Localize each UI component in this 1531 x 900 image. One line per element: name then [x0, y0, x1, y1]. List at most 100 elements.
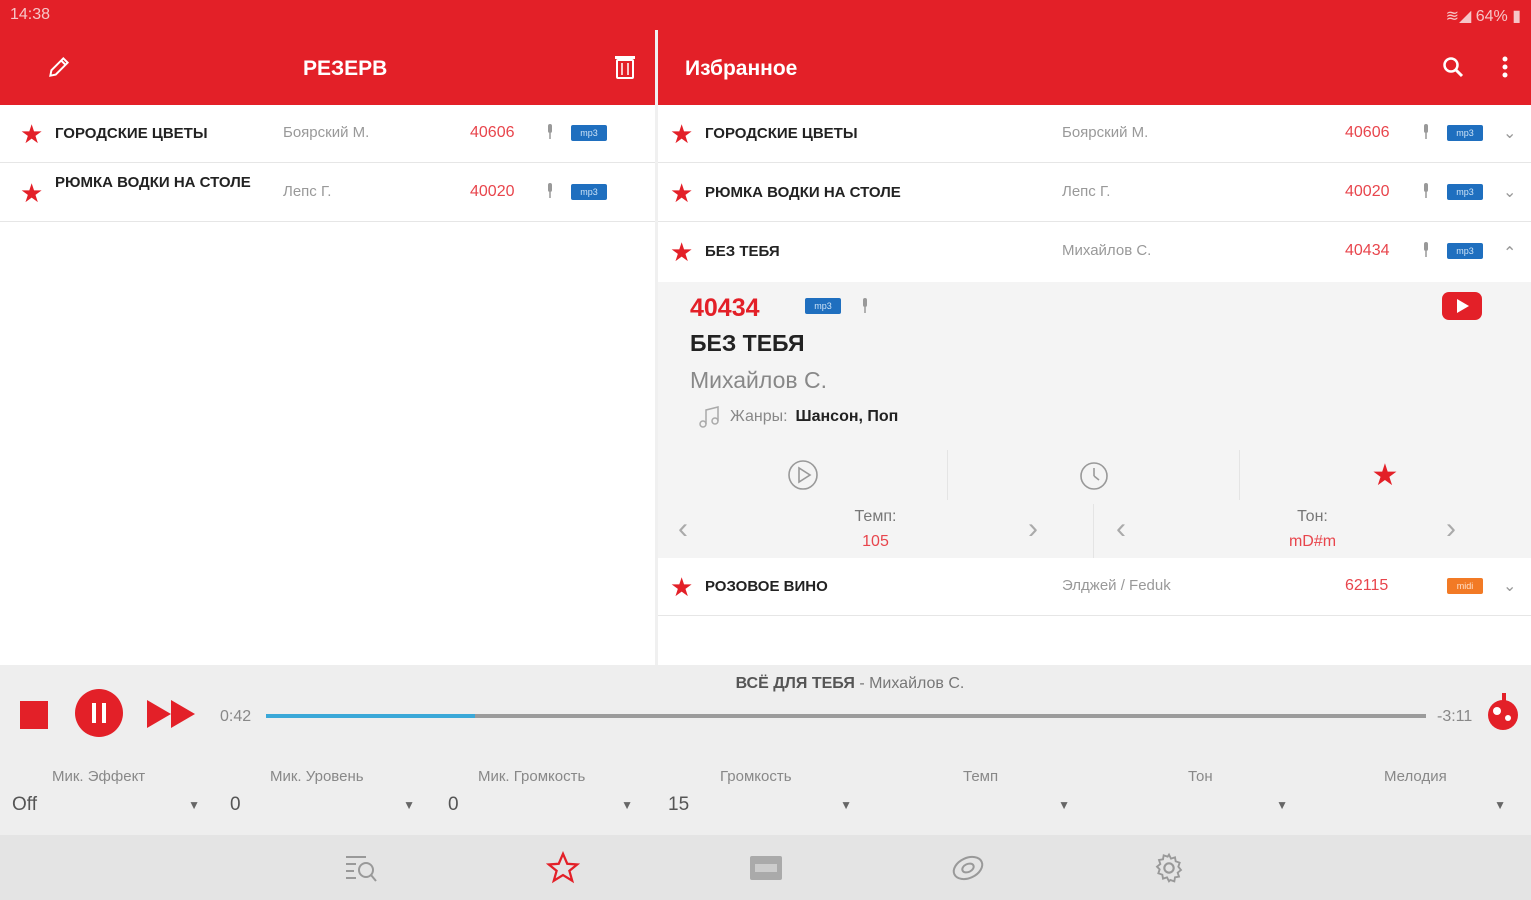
music-note-icon	[699, 406, 719, 428]
mixer-value: 0	[230, 794, 241, 815]
nav-favorites[interactable]	[545, 850, 581, 886]
nav-discs[interactable]	[950, 850, 986, 886]
song-code: 62115	[1345, 577, 1389, 594]
mixer-label: Мик. Эффект	[52, 768, 146, 785]
next-button[interactable]	[147, 700, 195, 733]
chevron-down-icon[interactable]: ⌄	[1503, 182, 1516, 202]
star-icon[interactable]: ★	[670, 121, 693, 147]
song-code: 40020	[1345, 183, 1390, 200]
midi-icon	[750, 856, 782, 880]
mixer-melody[interactable]: Мелодия ▼	[1322, 768, 1522, 828]
mixer-label: Громкость	[720, 768, 792, 785]
song-artist: Лепс Г.	[283, 183, 332, 200]
nav-search-list[interactable]	[343, 850, 379, 886]
key-value: mD#m	[1288, 533, 1337, 550]
list-item[interactable]: ★ РОЗОВОЕ ВИНО Элджей / Feduk 62115 midi…	[658, 558, 1531, 616]
chevron-down-icon[interactable]: ⌄	[1503, 123, 1516, 143]
search-icon[interactable]	[1438, 52, 1468, 82]
favorite-button[interactable]: ★	[1240, 450, 1530, 500]
song-title: БЕЗ ТЕБЯ	[705, 243, 780, 260]
list-item[interactable]: ★ РЮМКА ВОДКИ НА СТОЛЕ Лепс Г. 40020 mp3	[0, 164, 655, 222]
stop-button[interactable]	[20, 701, 48, 734]
song-code: 40434	[1345, 242, 1390, 259]
timer-icon	[1079, 462, 1108, 490]
trash-icon[interactable]	[610, 52, 640, 82]
dropdown-arrow-icon: ▼	[1276, 798, 1288, 812]
song-title: ГОРОДСКИЕ ЦВЕТЫ	[55, 125, 208, 142]
youtube-icon[interactable]	[1442, 292, 1482, 320]
play-button[interactable]	[658, 450, 948, 500]
list-item[interactable]: ★ ГОРОДСКИЕ ЦВЕТЫ Боярский М. 40606 mp3	[0, 105, 655, 163]
gear-icon	[1155, 852, 1183, 883]
artwork-icon[interactable]	[1482, 691, 1524, 738]
song-detail-panel: 40434 mp3 БЕЗ ТЕБЯ Михайлов С. Жанры: Ша…	[658, 282, 1531, 558]
genres-label: Жанры:	[730, 408, 788, 425]
now-playing: ВСЁ ДЛЯ ТЕБЯ - Михайлов С.	[735, 675, 965, 692]
star-icon[interactable]: ★	[670, 239, 693, 265]
play-circle-icon	[787, 460, 818, 490]
detail-title: БЕЗ ТЕБЯ	[690, 330, 805, 356]
mixer-label: Мелодия	[1384, 768, 1447, 785]
list-item[interactable]: ★ РЮМКА ВОДКИ НА СТОЛЕ Лепс Г. 40020 mp3…	[658, 164, 1531, 222]
mixer-value: 0	[448, 794, 459, 815]
midi-badge: midi	[1447, 578, 1483, 594]
mixer-label: Мик. Громкость	[478, 768, 586, 785]
mic-icon	[1424, 183, 1428, 198]
detail-code: 40434	[690, 294, 760, 322]
pause-button[interactable]	[75, 689, 123, 742]
star-icon[interactable]: ★	[20, 121, 43, 147]
tempo-adjuster: ‹ Темп: 105 ›	[658, 504, 1094, 558]
song-artist: Лепс Г.	[1062, 183, 1111, 200]
detail-actions: ★	[658, 450, 1531, 504]
dropdown-arrow-icon: ▼	[403, 798, 415, 812]
reserve-appbar: РЕЗЕРВ	[0, 30, 655, 105]
mixer-volume[interactable]: Громкость 15 ▼	[668, 768, 868, 828]
mic-icon	[863, 298, 867, 313]
mixer-mic-level[interactable]: Мик. Уровень 0 ▼	[230, 768, 430, 828]
elapsed-time: 0:42	[220, 708, 252, 725]
pause-icon	[75, 689, 123, 737]
star-icon[interactable]: ★	[20, 180, 43, 206]
list-item[interactable]: ★ ГОРОДСКИЕ ЦВЕТЫ Боярский М. 40606 mp3 …	[658, 105, 1531, 163]
star-icon[interactable]: ★	[670, 574, 693, 600]
mixer-mic-volume[interactable]: Мик. Громкость 0 ▼	[448, 768, 648, 828]
search-list-icon	[346, 856, 377, 882]
status-bar: 14:38 ≋◢ 64% ▮	[0, 0, 1531, 30]
star-icon	[546, 851, 580, 884]
song-title: РЮМКА ВОДКИ НА СТОЛЕ	[55, 174, 251, 191]
timer-button[interactable]	[948, 450, 1240, 500]
player-bar: ВСЁ ДЛЯ ТЕБЯ - Михайлов С. 0:42 -3:11 Ми…	[0, 665, 1531, 835]
mic-icon	[1424, 242, 1428, 257]
nav-midi[interactable]	[748, 850, 784, 886]
song-artist: Михайлов С.	[1062, 242, 1152, 259]
star-icon: ★	[1371, 458, 1399, 492]
key-increase-icon[interactable]: ›	[1446, 512, 1456, 546]
pencil-icon[interactable]	[44, 52, 74, 82]
disc-icon	[952, 855, 984, 881]
list-item-expanded[interactable]: ★ БЕЗ ТЕБЯ Михайлов С. 40434 mp3 ⌃	[658, 223, 1531, 281]
status-battery: ≋◢ 64% ▮	[1445, 8, 1521, 25]
star-icon[interactable]: ★	[670, 180, 693, 206]
wifi-icon: ≋◢	[1445, 8, 1476, 25]
favorites-appbar: Избранное	[658, 30, 1531, 105]
nav-settings[interactable]	[1151, 850, 1187, 886]
dropdown-arrow-icon: ▼	[840, 798, 852, 812]
progress-fill	[266, 714, 475, 718]
tempo-increase-icon[interactable]: ›	[1028, 512, 1038, 546]
mp3-badge: mp3	[1447, 184, 1483, 200]
mixer-mic-effect[interactable]: Мик. Эффект Off ▼	[12, 768, 212, 828]
mixer-key[interactable]: Тон ▼	[1104, 768, 1304, 828]
genres-value: Шансон, Поп	[795, 408, 899, 425]
mic-icon	[548, 124, 552, 139]
dropdown-arrow-icon: ▼	[1494, 798, 1506, 812]
detail-artist: Михайлов С.	[690, 367, 827, 393]
chevron-down-icon[interactable]: ⌄	[1503, 576, 1516, 596]
progress-bar[interactable]	[266, 714, 1426, 718]
mic-icon	[1424, 124, 1428, 139]
remaining-time: -3:11	[1437, 708, 1473, 725]
mixer-value: Off	[12, 794, 37, 815]
more-vert-icon[interactable]	[1490, 52, 1520, 82]
chevron-up-icon[interactable]: ⌃	[1503, 243, 1516, 263]
song-title: ГОРОДСКИЕ ЦВЕТЫ	[705, 125, 858, 142]
mixer-tempo[interactable]: Темп ▼	[886, 768, 1086, 828]
